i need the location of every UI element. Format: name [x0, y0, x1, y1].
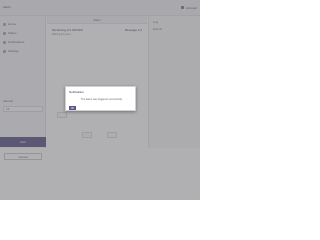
notification-dialog: Notification The alarm was triggered suc…: [65, 86, 136, 111]
dialog-message: The alarm was triggered successfully: [80, 98, 123, 101]
ok-button[interactable]: OK: [69, 106, 76, 110]
dialog-title: Notification: [69, 90, 84, 94]
app-window: Alerts Account Home Status Notifications…: [0, 0, 200, 200]
